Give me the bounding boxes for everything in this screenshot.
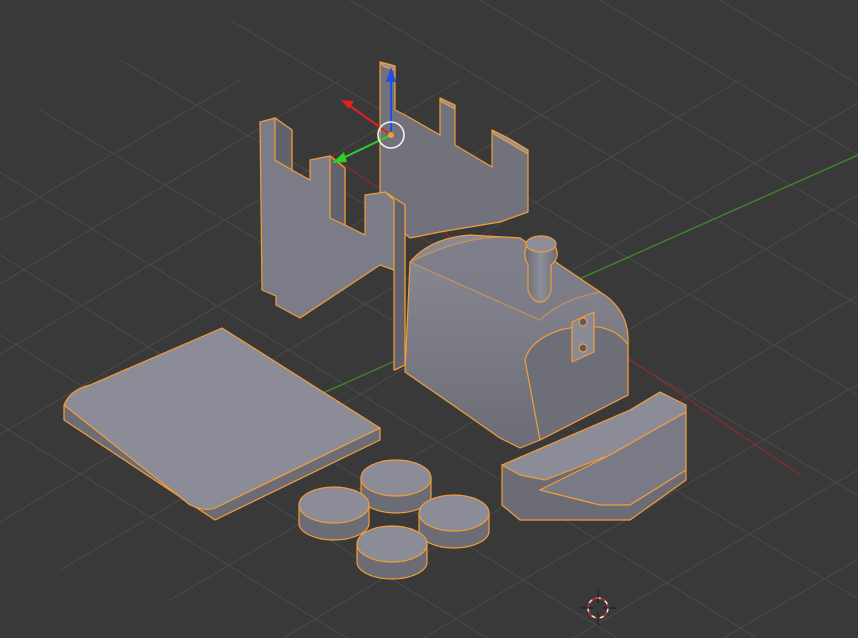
wheel-3[interactable] xyxy=(418,494,490,549)
3d-viewport[interactable] xyxy=(0,0,858,638)
wheel-4[interactable] xyxy=(356,525,428,580)
wheel-2[interactable] xyxy=(298,486,370,541)
pivot-dot xyxy=(388,132,394,138)
3d-cursor-icon[interactable] xyxy=(580,590,616,626)
wheel-1[interactable] xyxy=(360,459,432,514)
viewport-canvas[interactable] xyxy=(0,0,858,638)
locomotive-body[interactable] xyxy=(404,234,629,449)
